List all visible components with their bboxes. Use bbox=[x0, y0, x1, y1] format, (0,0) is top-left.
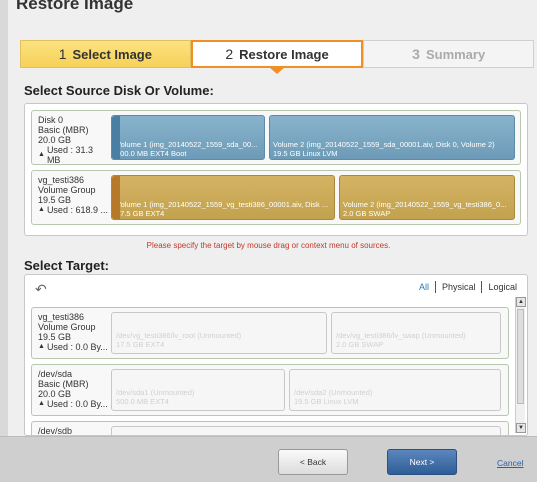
target-row-sdb[interactable]: /dev/sdb bbox=[31, 421, 509, 436]
disk-size: 20.0 GB bbox=[38, 389, 72, 399]
target-row-vg[interactable]: vg_testi386 Volume Group 19.5 GB ▲ Used :… bbox=[31, 307, 509, 359]
disk-info: /dev/sda Basic (MBR) 20.0 GB ▲ Used : 0.0… bbox=[38, 369, 108, 409]
filter-all[interactable]: All bbox=[419, 282, 429, 292]
disk-used-label: Used : 31.3 MB bbox=[46, 145, 93, 165]
disk-info: /dev/sdb bbox=[38, 426, 108, 436]
filter-physical[interactable]: Physical bbox=[442, 282, 476, 292]
disk-used: ▲ Used : 0.0 By... bbox=[38, 399, 108, 409]
disk-name: vg_testi386 bbox=[38, 175, 85, 185]
target-scrollbar[interactable]: ▲ ▼ bbox=[515, 297, 526, 433]
target-panel: ↶ All Physical Logical vg_testi386 Volum… bbox=[24, 274, 528, 436]
disk-name: vg_testi386 bbox=[38, 312, 85, 322]
disk-name: /dev/sda bbox=[38, 369, 73, 379]
target-volume-1[interactable]: /dev/sda1 (Unmounted) 500.0 MB EXT4 bbox=[111, 369, 285, 411]
expand-triangle-icon[interactable]: ▲ bbox=[38, 399, 45, 409]
target-volume-1[interactable] bbox=[111, 426, 501, 435]
step-label: Select Image bbox=[72, 46, 152, 62]
filter-divider bbox=[434, 281, 436, 293]
target-filter: All Physical Logical bbox=[419, 281, 517, 293]
volume-detail: 17.5 GB EXT4 bbox=[116, 340, 165, 349]
step-label: Summary bbox=[425, 46, 486, 62]
step-label: Restore Image bbox=[239, 46, 329, 62]
source-volume-1[interactable]: Volume 1 (img_20140522_1559_sda_00... 50… bbox=[111, 115, 265, 160]
step-number: 3 bbox=[412, 46, 420, 62]
volume-detail: 2.0 GB SWAP bbox=[336, 340, 384, 349]
source-volume-1[interactable]: Volume 1 (img_20140522_1559_vg_testi386_… bbox=[111, 175, 335, 220]
volume-detail: 19.5 GB Linux LVM bbox=[273, 149, 338, 158]
filter-logical[interactable]: Logical bbox=[488, 282, 517, 292]
disk-used-label: Used : 0.0 By... bbox=[46, 342, 108, 352]
volume-detail: 500.0 MB EXT4 bbox=[116, 397, 169, 406]
disk-type: Volume Group bbox=[38, 322, 96, 332]
disk-used-label: Used : 618.9 ... bbox=[46, 205, 108, 215]
volume-detail: 500.0 MB EXT4 Boot bbox=[116, 149, 187, 158]
source-row-disk0[interactable]: Disk 0 Basic (MBR) 20.0 GB ▲ Used : 31.3 … bbox=[31, 110, 521, 165]
filter-divider bbox=[481, 281, 483, 293]
volume-label: /dev/sda1 (Unmounted) bbox=[116, 388, 195, 397]
wizard-steps: 1 Select Image 2 Restore Image 3 Summary bbox=[20, 40, 535, 74]
target-section-title: Select Target: bbox=[24, 258, 110, 273]
volume-label: /dev/vg_testi386/lv_root (Unmounted) bbox=[116, 331, 242, 340]
volume-detail: 2.0 GB SWAP bbox=[343, 209, 391, 218]
scroll-thumb[interactable] bbox=[517, 309, 524, 404]
source-panel: Disk 0 Basic (MBR) 20.0 GB ▲ Used : 31.3 … bbox=[24, 103, 528, 236]
disk-used: ▲ Used : 31.3 MB bbox=[38, 145, 108, 165]
volume-label: Volume 1 (img_20140522_1559_sda_00... bbox=[116, 140, 258, 149]
disk-size: 19.5 GB bbox=[38, 332, 72, 342]
source-row-vg[interactable]: vg_testi386 Volume Group 19.5 GB ▲ Used :… bbox=[31, 170, 521, 225]
back-button[interactable]: < Back bbox=[278, 449, 348, 475]
expand-triangle-icon[interactable]: ▲ bbox=[38, 150, 45, 160]
disk-type: Volume Group bbox=[38, 185, 96, 195]
disk-type: Basic (MBR) bbox=[38, 125, 89, 135]
target-volume-2[interactable]: /dev/sda2 (Unmounted) 19.5 GB Linux LVM bbox=[289, 369, 501, 411]
cancel-link[interactable]: Cancel bbox=[497, 458, 523, 468]
step-number: 1 bbox=[58, 46, 67, 62]
volume-detail: 17.5 GB EXT4 bbox=[116, 209, 165, 218]
disk-name: Disk 0 bbox=[38, 115, 64, 125]
window-title: Restore Image bbox=[16, 0, 134, 13]
source-volume-2[interactable]: Volume 2 (img_20140522_1559_sda_00001.ai… bbox=[269, 115, 515, 160]
undo-icon[interactable]: ↶ bbox=[35, 281, 47, 298]
disk-used-label: Used : 0.0 By... bbox=[46, 399, 108, 409]
disk-size: 19.5 GB bbox=[38, 195, 72, 205]
disk-info: vg_testi386 Volume Group 19.5 GB ▲ Used :… bbox=[38, 175, 108, 215]
disk-size: 20.0 GB bbox=[38, 135, 72, 145]
scroll-down-icon[interactable]: ▼ bbox=[516, 423, 526, 433]
disk-used: ▲ Used : 0.0 By... bbox=[38, 342, 108, 352]
volume-label: Volume 1 (img_20140522_1559_vg_testi386_… bbox=[116, 200, 329, 209]
source-section-title: Select Source Disk Or Volume: bbox=[24, 83, 214, 98]
volume-used-bar bbox=[112, 116, 120, 159]
step-restore-image: 2 Restore Image bbox=[190, 40, 364, 74]
step-summary: 3 Summary bbox=[363, 40, 535, 68]
volume-label: Volume 2 (img_20140522_1559_sda_00001.ai… bbox=[273, 140, 495, 149]
disk-used: ▲ Used : 618.9 ... bbox=[38, 205, 108, 215]
disk-type: Basic (MBR) bbox=[38, 379, 89, 389]
target-row-sda[interactable]: /dev/sda Basic (MBR) 20.0 GB ▲ Used : 0.0… bbox=[31, 364, 509, 416]
wizard-footer: < Back Next > Cancel bbox=[0, 436, 537, 482]
volume-detail: 19.5 GB Linux LVM bbox=[294, 397, 359, 406]
target-volume-2[interactable]: /dev/vg_testi386/lv_swap (Unmounted) 2.0… bbox=[331, 312, 501, 354]
expand-triangle-icon[interactable]: ▲ bbox=[38, 342, 45, 352]
disk-info: vg_testi386 Volume Group 19.5 GB ▲ Used :… bbox=[38, 312, 108, 352]
volume-used-bar bbox=[112, 176, 120, 219]
next-button[interactable]: Next > bbox=[387, 449, 457, 475]
disk-name: /dev/sdb bbox=[38, 426, 73, 436]
volume-label: /dev/sda2 (Unmounted) bbox=[294, 388, 373, 397]
scroll-up-icon[interactable]: ▲ bbox=[516, 297, 526, 307]
volume-label: Volume 2 (img_20140522_1559_vg_testi386_… bbox=[343, 200, 507, 209]
target-volume-1[interactable]: /dev/vg_testi386/lv_root (Unmounted) 17.… bbox=[111, 312, 327, 354]
target-hint: Please specify the target by mouse drag … bbox=[146, 241, 391, 250]
disk-info: Disk 0 Basic (MBR) 20.0 GB ▲ Used : 31.3 … bbox=[38, 115, 108, 165]
volume-label: /dev/vg_testi386/lv_swap (Unmounted) bbox=[336, 331, 466, 340]
expand-triangle-icon[interactable]: ▲ bbox=[38, 205, 45, 215]
step-select-image: 1 Select Image bbox=[20, 40, 191, 68]
step-number: 2 bbox=[225, 46, 234, 62]
source-volume-2[interactable]: Volume 2 (img_20140522_1559_vg_testi386_… bbox=[339, 175, 515, 220]
